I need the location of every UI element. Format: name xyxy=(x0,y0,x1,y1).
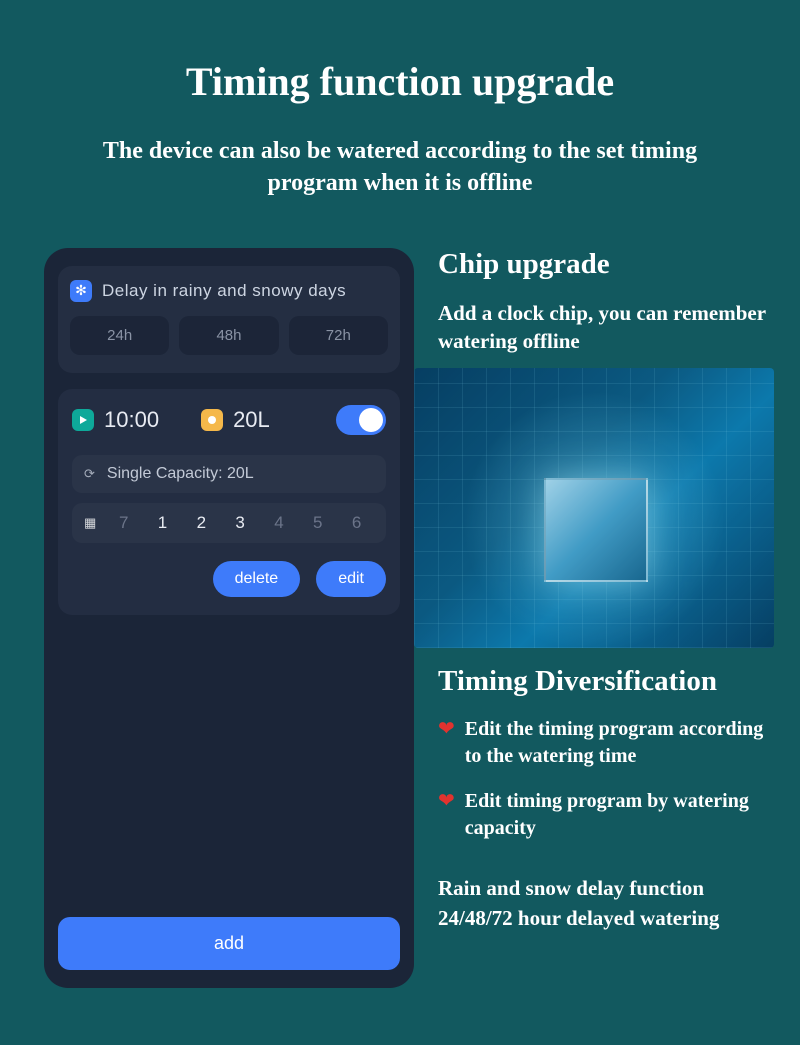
day-2[interactable]: 2 xyxy=(184,513,219,533)
snowflake-icon: ✻ xyxy=(70,280,92,302)
page-subtitle: The device can also be watered according… xyxy=(0,105,800,200)
delay-option-72h[interactable]: 72h xyxy=(289,316,388,355)
delay-card: ✻ Delay in rainy and snowy days 24h 48h … xyxy=(58,266,400,373)
day-5[interactable]: 5 xyxy=(300,513,335,533)
rain-snow-footer: Rain and snow delay function 24/48/72 ho… xyxy=(438,874,772,933)
capacity-row[interactable]: ⟳ Single Capacity: 20L xyxy=(72,455,386,493)
timing-bullet-1: Edit the timing program according to the… xyxy=(465,716,772,770)
capacity-label: Single Capacity: 20L xyxy=(107,465,254,483)
timing-diversification-title: Timing Diversification xyxy=(438,665,772,698)
day-6[interactable]: 6 xyxy=(339,513,374,533)
delay-option-48h[interactable]: 48h xyxy=(179,316,278,355)
phone-mockup: ✻ Delay in rainy and snowy days 24h 48h … xyxy=(44,248,414,988)
liters-icon xyxy=(201,409,223,431)
delay-option-24h[interactable]: 24h xyxy=(70,316,169,355)
days-row[interactable]: ▦ 7 1 2 3 4 5 6 xyxy=(72,503,386,543)
delete-button[interactable]: delete xyxy=(213,561,301,597)
day-3[interactable]: 3 xyxy=(223,513,258,533)
repeat-icon: ⟳ xyxy=(84,466,95,482)
chip-upgrade-body: Add a clock chip, you can remember water… xyxy=(438,299,772,356)
heart-icon: ❤ xyxy=(438,716,455,770)
schedule-time: 10:00 xyxy=(104,407,159,433)
day-7[interactable]: 7 xyxy=(106,513,141,533)
delay-title: Delay in rainy and snowy days xyxy=(102,281,346,301)
edit-button[interactable]: edit xyxy=(316,561,386,597)
chip-illustration xyxy=(414,368,774,648)
day-1[interactable]: 1 xyxy=(145,513,180,533)
add-button[interactable]: add xyxy=(58,917,400,970)
chip-upgrade-title: Chip upgrade xyxy=(438,248,772,281)
page-title: Timing function upgrade xyxy=(0,0,800,105)
timing-bullet-2: Edit timing program by watering capacity xyxy=(465,788,772,842)
day-4[interactable]: 4 xyxy=(262,513,297,533)
schedule-liters: 20L xyxy=(233,407,270,433)
calendar-icon: ▦ xyxy=(84,515,96,531)
play-icon xyxy=(72,409,94,431)
schedule-card: 10:00 20L ⟳ Single Capacity: 20L ▦ 7 1 2… xyxy=(58,389,400,615)
schedule-toggle[interactable] xyxy=(336,405,386,435)
heart-icon: ❤ xyxy=(438,788,455,842)
